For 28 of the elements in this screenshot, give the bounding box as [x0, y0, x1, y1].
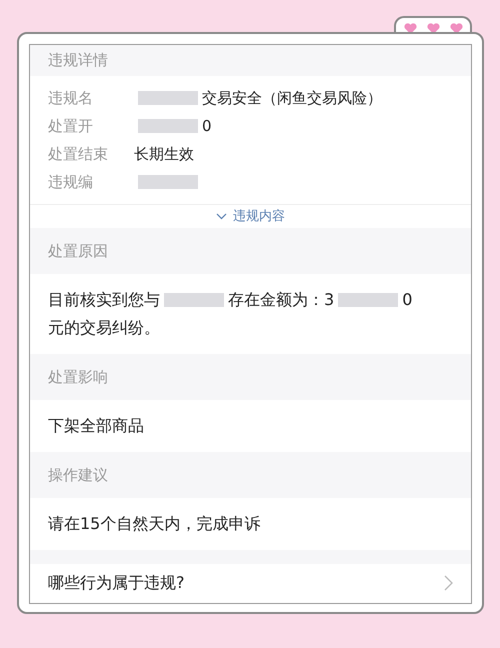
- redaction-mark: [164, 292, 224, 307]
- heart-icon: [426, 22, 440, 34]
- field-label: 处置结束: [48, 144, 109, 165]
- text: 0: [202, 116, 212, 137]
- text: 存在金额为：3: [228, 288, 334, 311]
- heart-icon: [404, 22, 416, 34]
- chevron-right-icon: [444, 575, 453, 592]
- text: 下架全部商品: [48, 414, 144, 437]
- field-label: 违规编: [48, 172, 94, 193]
- text: 0: [402, 288, 412, 311]
- redaction-mark: [138, 119, 198, 134]
- text: 目前核实到您与: [48, 288, 160, 311]
- section-header: 操作建议: [48, 464, 108, 486]
- text: 元的交易纠纷。: [48, 316, 160, 339]
- field-label: 违规名: [48, 88, 94, 109]
- redaction-mark: [138, 91, 198, 106]
- section-header: 处置影响: [48, 366, 108, 388]
- text: 长期生效: [134, 144, 194, 165]
- redaction-mark: [338, 292, 398, 307]
- section-header: 处置原因: [48, 240, 108, 262]
- text: 交易安全（闲鱼交易风险）: [202, 88, 382, 109]
- field-label: 处置开: [48, 116, 94, 137]
- redaction-mark: [138, 175, 198, 190]
- section-header: 违规详情: [48, 50, 108, 72]
- expand-toggle[interactable]: 违规内容: [216, 206, 285, 226]
- heart-icon: [450, 22, 462, 34]
- text: 请在15个自然天内，完成申诉: [48, 512, 260, 535]
- chevron-icon: [216, 213, 227, 220]
